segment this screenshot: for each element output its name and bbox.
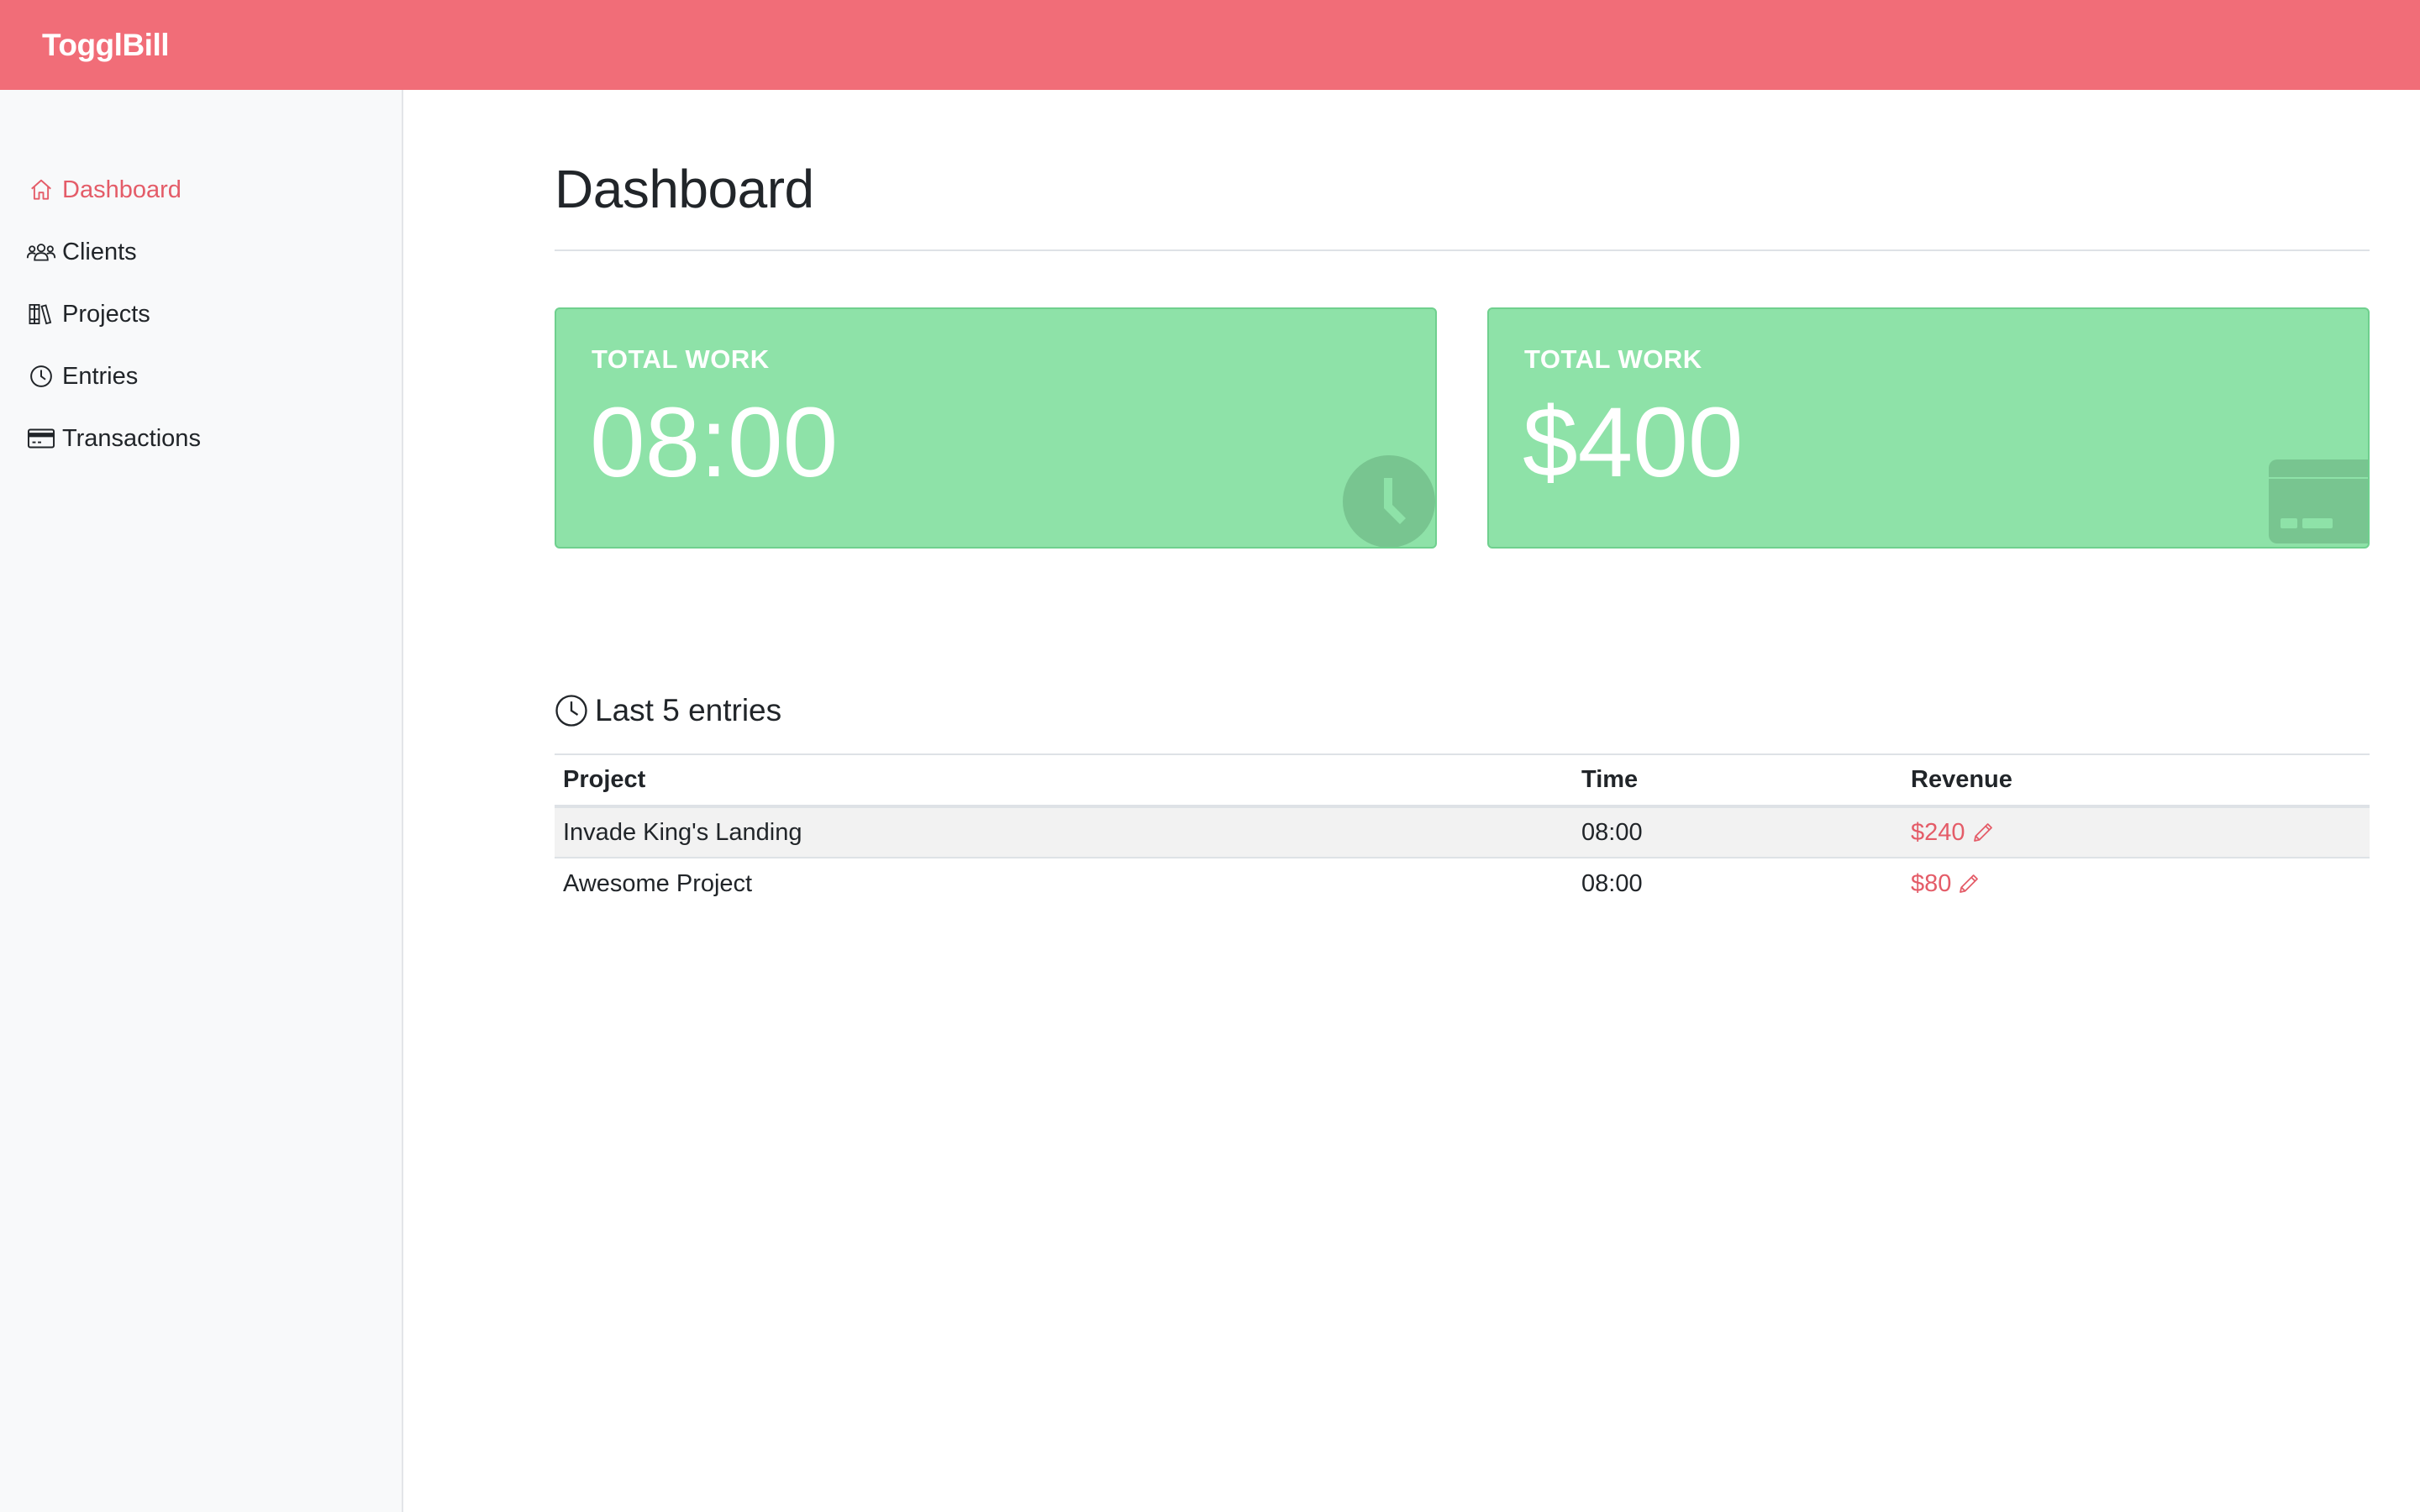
sidebar-item-label: Entries (62, 362, 139, 390)
card-label: TOTAL WORK (1524, 344, 1702, 374)
last-entries-heading: Last 5 entries (555, 693, 781, 728)
project-cell: Awesome Project (563, 869, 753, 897)
library-icon (25, 298, 57, 330)
top-navbar: TogglBill (0, 0, 2420, 90)
column-header-revenue: Revenue (1902, 753, 2370, 808)
clock-icon (25, 360, 57, 392)
revenue-cell: $240 (1902, 806, 2370, 858)
title-divider (555, 249, 2370, 251)
brand-logo[interactable]: TogglBill (42, 28, 170, 63)
table-row: Invade King's Landing 08:00 $240 (555, 806, 2370, 858)
total-revenue-card: TOTAL WORK $400 (1487, 307, 2370, 549)
credit-card-icon (25, 423, 57, 454)
card-label: TOTAL WORK (592, 344, 770, 374)
sidebar-item-label: Dashboard (62, 176, 182, 203)
column-header-time: Time (1573, 753, 1902, 808)
total-work-time-card: TOTAL WORK 08:00 (555, 307, 1437, 549)
revenue-value: $80 (1911, 869, 1952, 897)
card-value: $400 (1523, 387, 1744, 498)
project-cell: Invade King's Landing (555, 806, 1573, 858)
pencil-icon (1970, 820, 1996, 845)
time-cell: 08:00 (1573, 806, 1902, 858)
section-heading-label: Last 5 entries (595, 693, 782, 727)
clock-icon (1342, 454, 1435, 547)
sidebar-item-clients[interactable]: Clients (0, 221, 402, 283)
pencil-icon (1956, 871, 1981, 896)
column-header-project: Project (555, 753, 1573, 808)
entries-table: Project Time Revenue Invade King's Landi… (555, 753, 2370, 909)
revenue-cell: $80 (1902, 858, 2370, 909)
sidebar-item-dashboard[interactable]: Dashboard (0, 159, 402, 221)
home-icon (25, 174, 57, 206)
sidebar-item-projects[interactable]: Projects (0, 283, 402, 345)
credit-card-icon (2269, 459, 2368, 547)
card-value: 08:00 (590, 387, 839, 498)
table-header-row: Project Time Revenue (555, 753, 2370, 808)
sidebar-item-transactions[interactable]: Transactions (0, 407, 402, 470)
revenue-value: $240 (1911, 818, 1965, 846)
clock-icon (555, 694, 588, 727)
page-title: Dashboard (555, 159, 814, 219)
sidebar: Dashboard Clients Projects Entries Trans… (0, 90, 403, 1512)
sidebar-item-label: Projects (62, 300, 150, 328)
sidebar-item-label: Transactions (62, 424, 201, 452)
users-icon (25, 236, 57, 268)
edit-revenue-link[interactable]: $240 (1911, 819, 1996, 847)
sidebar-item-label: Clients (62, 238, 137, 265)
time-cell: 08:00 (1581, 869, 1643, 897)
edit-revenue-link[interactable]: $80 (1911, 870, 1981, 898)
table-row: Awesome Project 08:00 $80 (555, 858, 2370, 909)
sidebar-item-entries[interactable]: Entries (0, 345, 402, 407)
